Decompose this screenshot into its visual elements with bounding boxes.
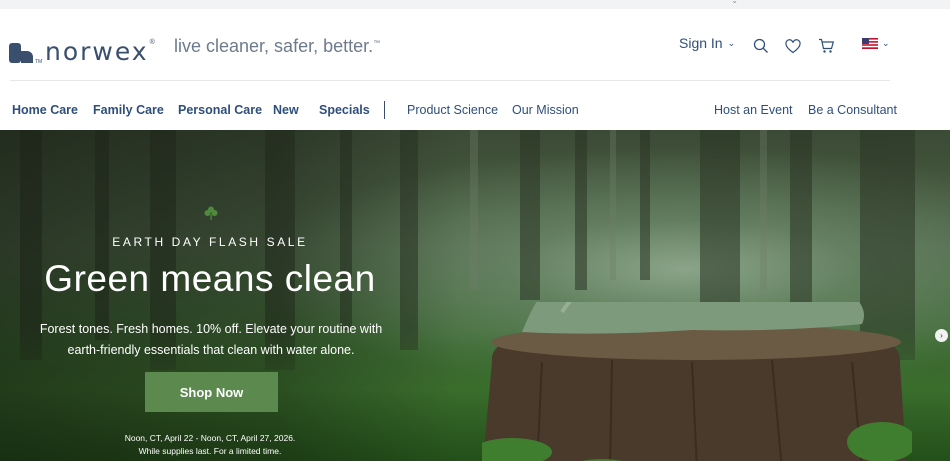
sign-in-label: Sign In [679,35,723,51]
shop-now-button[interactable]: Shop Now [145,372,278,412]
logo-registered-mark: ® [149,39,155,46]
svg-text:TM: TM [35,59,42,64]
wishlist-button[interactable] [784,37,802,55]
sign-in-button[interactable]: Sign In ⌄ [679,35,735,51]
cart-icon [818,38,834,53]
nav-home-care[interactable]: Home Care [12,103,78,117]
search-icon [753,38,768,53]
fine-print-line-2: While supplies last. For a limited time. [138,446,282,456]
hero-description: Forest tones. Fresh homes. 10% off. Elev… [0,319,422,361]
hero-description-line-1: Forest tones. Fresh homes. 10% off. Elev… [39,322,383,336]
tagline-text: live cleaner, safer, better. [174,36,374,56]
cart-button[interactable] [817,37,835,55]
chevron-right-icon: › [940,331,943,340]
hero-description-line-2: earth-friendly essentials that clean wit… [67,343,355,357]
tagline-trademark: ™ [373,40,381,47]
nav-host-an-event[interactable]: Host an Event [714,103,793,117]
chevron-down-icon: ⌄ [882,38,890,48]
nav-product-science[interactable]: Product Science [407,103,498,117]
nav-separator [384,101,385,119]
nav-family-care[interactable]: Family Care [93,103,164,117]
chevron-down-icon: ⌄ [727,37,736,48]
hero-banner: EARTH DAY FLASH SALE Green means clean F… [0,130,950,461]
tree-stump-with-cloths-image [482,302,912,461]
hero-fine-print: Noon, CT, April 22 - Noon, CT, April 27,… [0,432,420,458]
hero-headline: Green means clean [44,258,376,299]
us-flag-icon [862,38,878,49]
nav-be-a-consultant[interactable]: Be a Consultant [808,103,897,117]
top-utility-strip: ⌄ [0,0,950,9]
search-button[interactable] [752,37,770,55]
heart-icon [785,38,801,53]
clover-icon [204,206,218,220]
chevron-down-icon[interactable]: ⌄ [731,0,738,5]
fine-print-line-1: Noon, CT, April 22 - Noon, CT, April 27,… [124,433,296,443]
logo-mark-icon: TM [9,43,42,64]
nav-new[interactable]: New [273,103,299,117]
nav-our-mission[interactable]: Our Mission [512,103,579,117]
logo-wordmark: norwex [45,37,149,66]
header-divider [10,80,890,81]
country-selector[interactable]: ⌄ [862,38,890,49]
tagline: live cleaner, safer, better.™ [174,36,380,57]
norwex-logo[interactable]: TM norwex ® [9,34,155,64]
nav-specials[interactable]: Specials [319,103,370,117]
carousel-next-button[interactable]: › [935,329,948,342]
hero-eyebrow: EARTH DAY FLASH SALE [112,235,308,249]
nav-personal-care[interactable]: Personal Care [178,103,262,117]
site-header: TM norwex ® live cleaner, safer, better.… [0,9,950,130]
